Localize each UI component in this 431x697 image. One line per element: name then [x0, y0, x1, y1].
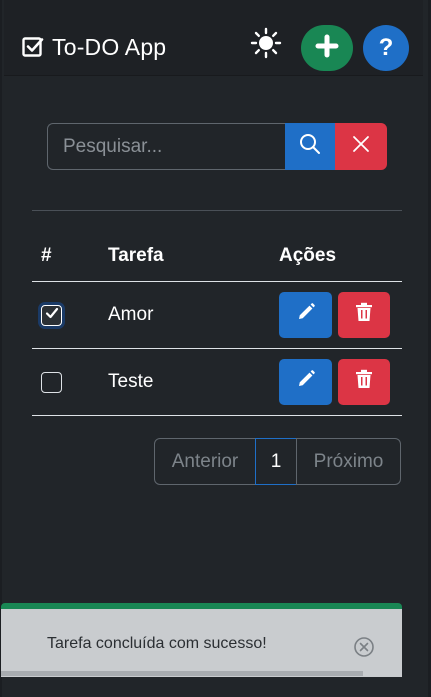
task-checkbox[interactable]: [41, 371, 62, 393]
header-number: #: [41, 244, 52, 266]
task-title: Teste: [108, 371, 154, 392]
delete-button[interactable]: [338, 292, 390, 338]
divider: [32, 210, 402, 211]
add-task-button[interactable]: [301, 25, 353, 71]
search-button[interactable]: [285, 123, 335, 170]
trash-icon: [355, 302, 373, 328]
navbar: To-DO App ?: [4, 0, 423, 76]
edit-button[interactable]: [279, 359, 332, 405]
search-input[interactable]: [47, 123, 285, 170]
search-icon: [299, 133, 321, 160]
table-header: # Tarefa Ações: [32, 230, 402, 282]
trash-icon: [355, 369, 373, 395]
sun-icon: [250, 27, 282, 64]
check-icon: [45, 304, 59, 326]
question-icon: ?: [378, 34, 394, 61]
brand-title: To-DO App: [52, 33, 167, 60]
close-circle-icon: [353, 636, 375, 663]
pencil-icon: [296, 369, 316, 395]
plus-icon: [315, 34, 339, 63]
task-title: Amor: [108, 304, 154, 325]
brand[interactable]: To-DO App: [20, 32, 166, 62]
search-bar: [47, 123, 387, 170]
clear-search-button[interactable]: [335, 123, 387, 170]
help-button[interactable]: ?: [363, 25, 409, 71]
table-row: Amor: [32, 282, 402, 349]
task-checkbox[interactable]: [41, 304, 62, 326]
toast-message: Tarefa concluída com sucesso!: [47, 635, 267, 652]
theme-toggle-button[interactable]: [249, 27, 283, 64]
pencil-icon: [296, 302, 316, 328]
edit-button[interactable]: [279, 292, 332, 338]
check-square-icon: [20, 34, 46, 60]
toast-close-button[interactable]: [353, 636, 375, 663]
page-number-button[interactable]: 1: [255, 438, 297, 485]
close-icon: [352, 135, 370, 158]
previous-page-button[interactable]: Anterior: [154, 438, 256, 485]
pagination: Anterior 1 Próximo: [154, 438, 401, 485]
delete-button[interactable]: [338, 359, 390, 405]
header-task: Tarefa: [108, 244, 164, 266]
success-toast: Tarefa concluída com sucesso!: [1, 603, 402, 677]
next-page-button[interactable]: Próximo: [296, 438, 401, 485]
task-table: # Tarefa Ações Amor Teste: [32, 230, 402, 416]
header-actions: Ações: [279, 244, 337, 266]
toast-progress-bar: [1, 671, 363, 676]
table-row: Teste: [32, 349, 402, 416]
